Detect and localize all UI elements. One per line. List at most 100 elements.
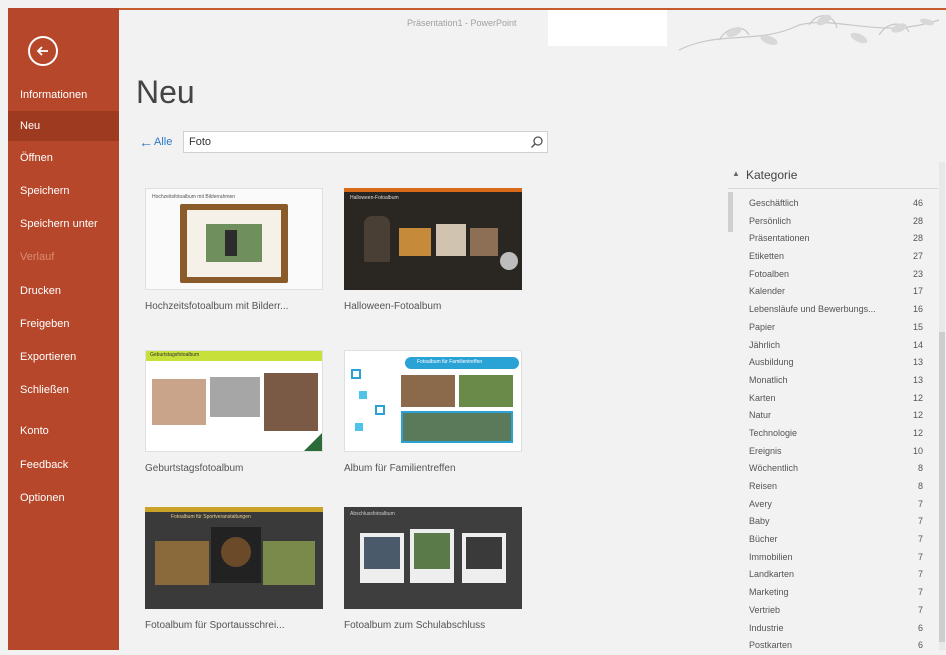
category-item[interactable]: Vertrieb 7 [728, 602, 938, 620]
category-name: Papier [749, 321, 776, 332]
category-scrollbar[interactable] [939, 162, 945, 650]
nav-oeffnen[interactable]: Öffnen [8, 143, 119, 173]
category-item[interactable]: Bücher 7 [728, 531, 938, 549]
category-item[interactable]: Monatlich 13 [728, 372, 938, 390]
category-item[interactable]: Papier 15 [728, 319, 938, 337]
category-count: 16 [912, 304, 923, 315]
category-count: 12 [912, 410, 923, 421]
category-name: Etiketten [749, 251, 785, 262]
category-item[interactable]: Landkarten 7 [728, 566, 938, 584]
category-count: 7 [917, 587, 923, 598]
category-item[interactable]: Geschäftlich 46 [728, 195, 938, 213]
category-name: Reisen [749, 481, 778, 491]
category-item[interactable]: Etiketten 27 [728, 248, 938, 266]
template-thumbnail: Halloween-Fotoalbum [344, 188, 522, 290]
category-item[interactable]: Ereignis 10 [728, 443, 938, 461]
category-item[interactable]: Technologie 12 [728, 425, 938, 443]
category-item[interactable]: Wöchentlich 8 [728, 460, 938, 478]
category-name: Baby [749, 516, 770, 527]
nav-optionen[interactable]: Optionen [8, 483, 119, 513]
category-count: 6 [917, 622, 923, 633]
category-item[interactable]: Natur 12 [728, 407, 938, 425]
nav-feedback[interactable]: Feedback [8, 450, 119, 480]
category-name: Landkarten [749, 569, 795, 580]
frame-image [180, 204, 288, 283]
title-bar-blank [548, 10, 667, 46]
category-name: Geschäftlich [749, 198, 799, 208]
collapse-triangle-icon[interactable]: ▲ [732, 169, 740, 178]
category-item[interactable]: Jährlich 14 [728, 337, 938, 355]
nav-freigeben[interactable]: Freigeben [8, 309, 119, 339]
nav-verlauf: Verlauf [20, 251, 55, 263]
template-card[interactable]: Fotoalbum für Sportveranstaltungen Fotoa… [145, 507, 323, 642]
nav-drucken[interactable]: Drucken [8, 276, 119, 306]
category-count: 8 [917, 463, 923, 474]
nav-neu[interactable]: Neu [8, 111, 119, 141]
category-count: 7 [917, 569, 923, 580]
category-count: 28 [912, 233, 923, 244]
all-templates-link[interactable]: Alle [154, 136, 172, 148]
template-label: Hochzeitsfotoalbum mit Bilderr... [145, 301, 289, 312]
template-card[interactable]: Geburtstagsfotoalbum Geburtstagsfotoalbu… [145, 350, 323, 485]
template-card[interactable]: Halloween-Fotoalbum Halloween-Fotoalbum [344, 188, 522, 323]
category-item[interactable]: Lebensläufe und Bewerbungs... 16 [728, 301, 938, 319]
nav-speichern[interactable]: Speichern [8, 176, 119, 206]
category-header[interactable]: ▲ Kategorie [728, 162, 938, 189]
nav-informationen[interactable]: Informationen [8, 80, 119, 110]
category-count: 13 [912, 374, 923, 385]
template-label: Halloween-Fotoalbum [344, 301, 442, 312]
thumbnail-title: Abschlussfotoalbum [350, 511, 395, 517]
category-item[interactable]: Karten 12 [728, 390, 938, 408]
search-input[interactable] [183, 131, 548, 153]
category-count: 28 [912, 215, 923, 226]
category-item[interactable]: Persönlich 28 [728, 213, 938, 231]
template-card[interactable]: Hochzeitsfotoalbum mit Bilderrahmen Hoch… [145, 188, 323, 323]
back-button[interactable] [28, 36, 58, 66]
category-name: Technologie [749, 427, 798, 438]
search-icon[interactable] [530, 135, 544, 149]
main-area: Präsentation1 - PowerPoint Neu ← Alle Fo… [119, 10, 946, 650]
category-item[interactable]: Marketing 7 [728, 584, 938, 602]
thumbnail-title: Fotoalbum für Sportveranstaltungen [171, 514, 251, 520]
back-arrow-icon[interactable]: ← [139, 134, 153, 150]
search-row: ← Alle [136, 131, 548, 155]
category-item[interactable]: Präsentationen 28 [728, 230, 938, 248]
category-name: Natur [749, 410, 772, 421]
category-count: 23 [912, 268, 923, 279]
category-count: 13 [912, 357, 923, 368]
thumbnail-title: Hochzeitsfotoalbum mit Bilderrahmen [152, 194, 236, 200]
backstage-sidebar: Informationen Neu Öffnen Speichern Speic… [8, 8, 119, 650]
nav-exportieren[interactable]: Exportieren [8, 342, 119, 372]
template-label: Album für Familientreffen [344, 463, 456, 474]
category-item[interactable]: Reisen 8 [728, 478, 938, 496]
template-card[interactable]: Fotoalbum für Familientreffen Album für … [344, 350, 522, 485]
category-name: Präsentationen [749, 233, 810, 244]
category-panel: ▲ Kategorie Geschäftlich 46 Persönlich 28 Pr… [728, 162, 946, 650]
category-name: Lebensläufe und Bewerbungs... [749, 304, 876, 315]
nav-schliessen[interactable]: Schließen [8, 375, 119, 405]
category-item[interactable]: Industrie 6 [728, 620, 938, 638]
category-count: 14 [912, 339, 923, 350]
category-name: Ausbildung [749, 357, 794, 368]
category-name: Wöchentlich [749, 463, 799, 474]
scrollbar-thumb[interactable] [939, 332, 945, 642]
category-name: Fotoalben [749, 268, 790, 279]
category-name: Persönlich [749, 215, 792, 226]
category-count: 7 [917, 604, 923, 615]
category-count: 10 [912, 445, 923, 456]
category-count: 17 [912, 286, 923, 297]
category-count: 8 [917, 481, 923, 491]
category-item[interactable]: Immobilien 7 [728, 549, 938, 567]
category-item[interactable]: Kalender 17 [728, 283, 938, 301]
category-item[interactable]: Fotoalben 23 [728, 266, 938, 284]
nav-konto[interactable]: Konto [8, 416, 119, 446]
template-card[interactable]: Abschlussfotoalbum Fotoalbum zum Schulab… [344, 507, 522, 642]
category-item[interactable]: Ausbildung 13 [728, 354, 938, 372]
category-count: 27 [912, 251, 923, 262]
category-item[interactable]: Avery 7 [728, 496, 938, 514]
category-item[interactable]: Postkarten 6 [728, 637, 938, 655]
category-name: Karten [749, 392, 776, 403]
category-item[interactable]: Baby 7 [728, 513, 938, 531]
window-title: Präsentation1 - PowerPoint [407, 18, 517, 28]
nav-speichern-unter[interactable]: Speichern unter [8, 209, 119, 239]
